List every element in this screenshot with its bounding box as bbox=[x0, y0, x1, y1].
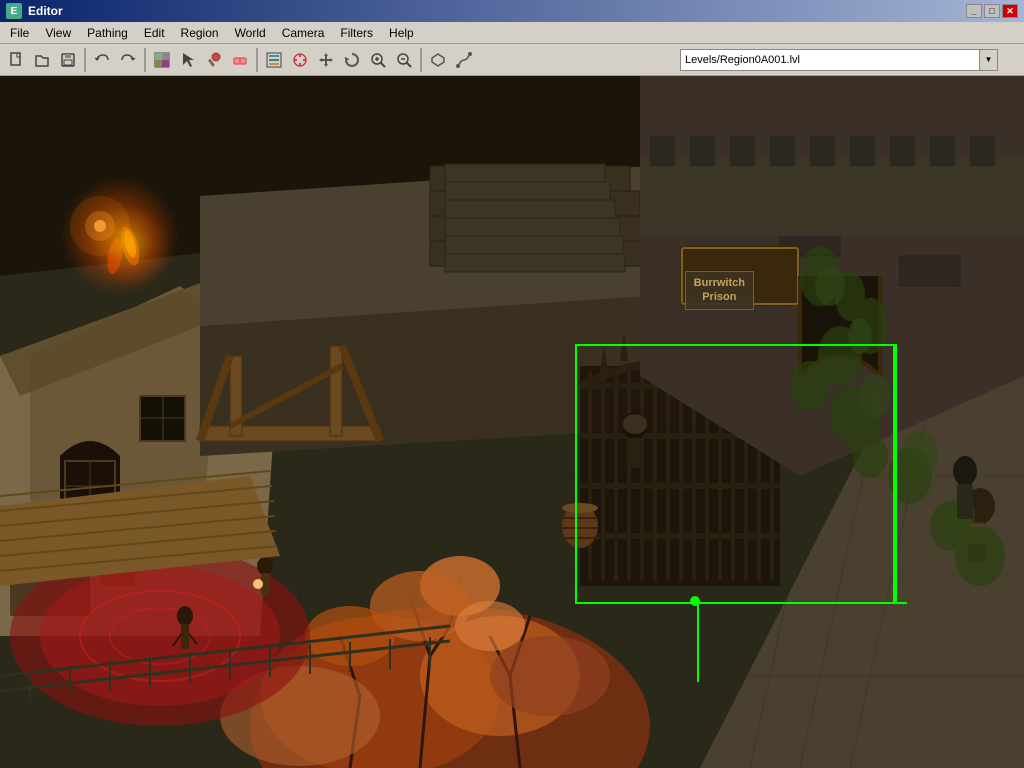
paint-button[interactable] bbox=[202, 48, 226, 72]
menu-help[interactable]: Help bbox=[381, 22, 422, 43]
undo-button[interactable] bbox=[90, 48, 114, 72]
redo-button[interactable] bbox=[116, 48, 140, 72]
separator-2 bbox=[144, 48, 146, 72]
rotate-button[interactable] bbox=[340, 48, 364, 72]
separator-3 bbox=[256, 48, 258, 72]
move-button[interactable] bbox=[314, 48, 338, 72]
menu-filters[interactable]: Filters bbox=[332, 22, 381, 43]
menu-bar: File View Pathing Edit Region World Came… bbox=[0, 22, 1024, 44]
toolbar: ▼ bbox=[0, 44, 1024, 76]
path-button[interactable] bbox=[452, 48, 476, 72]
filter-button[interactable] bbox=[262, 48, 286, 72]
close-button[interactable]: ✕ bbox=[1002, 4, 1018, 18]
minimize-button[interactable]: _ bbox=[966, 4, 982, 18]
window-controls: _ □ ✕ bbox=[966, 4, 1018, 18]
erase-button[interactable] bbox=[228, 48, 252, 72]
level-path-input[interactable] bbox=[680, 49, 980, 71]
open-button[interactable] bbox=[30, 48, 54, 72]
snap-button[interactable] bbox=[288, 48, 312, 72]
separator-1 bbox=[84, 48, 86, 72]
new-button[interactable] bbox=[4, 48, 28, 72]
level-path-container: ▼ bbox=[680, 49, 1020, 71]
separator-4 bbox=[420, 48, 422, 72]
menu-world[interactable]: World bbox=[227, 22, 274, 43]
title-bar: E Editor _ □ ✕ bbox=[0, 0, 1024, 22]
viewport[interactable]: BurrwitchPrison bbox=[0, 76, 1024, 768]
scene-background bbox=[0, 76, 1024, 768]
region-button[interactable] bbox=[426, 48, 450, 72]
select-tool[interactable] bbox=[176, 48, 200, 72]
menu-view[interactable]: View bbox=[37, 22, 79, 43]
path-dropdown-arrow[interactable]: ▼ bbox=[980, 49, 998, 71]
zoom-out-button[interactable] bbox=[392, 48, 416, 72]
burrwitch-sign: BurrwitchPrison bbox=[685, 271, 754, 310]
menu-region[interactable]: Region bbox=[173, 22, 227, 43]
menu-file[interactable]: File bbox=[2, 22, 37, 43]
game-scene: BurrwitchPrison bbox=[0, 76, 1024, 768]
maximize-button[interactable]: □ bbox=[984, 4, 1000, 18]
menu-edit[interactable]: Edit bbox=[136, 22, 173, 43]
save-button[interactable] bbox=[56, 48, 80, 72]
terrain-button[interactable] bbox=[150, 48, 174, 72]
menu-camera[interactable]: Camera bbox=[274, 22, 333, 43]
zoom-in-button[interactable] bbox=[366, 48, 390, 72]
app-title: Editor bbox=[28, 4, 966, 18]
app-icon: E bbox=[6, 3, 22, 19]
menu-pathing[interactable]: Pathing bbox=[79, 22, 136, 43]
